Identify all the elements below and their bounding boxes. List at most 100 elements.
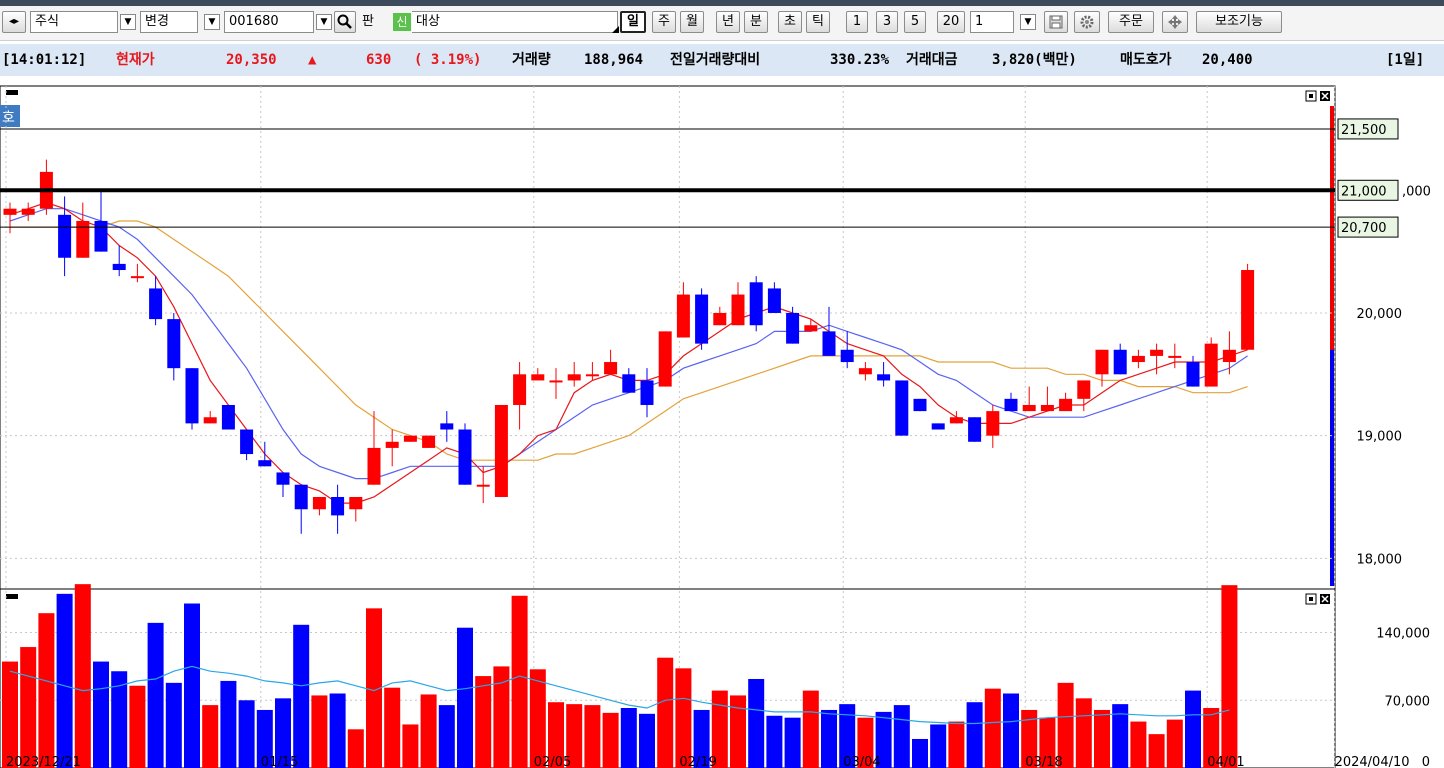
volume-bar <box>1148 734 1165 768</box>
volume-bar <box>802 690 819 768</box>
up-arrow-icon: ▲ <box>308 52 317 68</box>
candle-body <box>1095 349 1109 375</box>
volume-bar <box>893 705 910 768</box>
nav-arrows-button[interactable]: ◂▸ <box>2 11 26 33</box>
candle-body <box>130 276 144 279</box>
candle-body <box>604 362 618 375</box>
date-axis-label: 01/15 <box>261 755 298 768</box>
candle-body <box>149 288 163 320</box>
candle-body <box>1204 343 1218 387</box>
candle-body <box>494 404 508 497</box>
volume-axis-tick: 140,000 <box>1376 627 1430 642</box>
period-month-button[interactable]: 월 <box>680 11 704 33</box>
quote-info-bar: [14:01:12] 현재가 20,350 ▲ 630 ( 3.19%) 거래량… <box>0 44 1444 76</box>
candle-body <box>331 496 345 516</box>
trade-amount-label: 거래대금 <box>906 52 958 68</box>
candle-body <box>312 496 326 510</box>
stock-code-input[interactable]: 001680 <box>224 11 314 33</box>
volume-bar <box>20 647 37 768</box>
volume-bar <box>74 584 91 768</box>
candle-body <box>58 214 72 258</box>
change-dropdown-icon[interactable]: ▼ <box>204 14 220 30</box>
volume-pane-handle-icon[interactable] <box>6 594 18 599</box>
period-week-button[interactable]: 주 <box>652 11 676 33</box>
new-badge: 신 <box>393 13 411 31</box>
candle-body <box>585 374 599 377</box>
volume-ratio-label: 전일거래량대비 <box>670 52 761 68</box>
order-button[interactable]: 주문 <box>1108 11 1154 33</box>
current-price: 20,350 <box>226 52 277 68</box>
save-button[interactable] <box>1044 11 1068 33</box>
price-change: 630 <box>366 52 392 68</box>
change-select[interactable]: 변경 <box>140 11 198 33</box>
market-dropdown-icon[interactable]: ▼ <box>120 14 136 30</box>
volume-bar <box>2 661 18 768</box>
candle-body <box>549 380 563 383</box>
interval-3-button[interactable]: 3 <box>876 11 898 33</box>
search-button[interactable] <box>334 11 356 33</box>
candle-body <box>1059 398 1073 412</box>
interval-1-button[interactable]: 1 <box>846 11 868 33</box>
price-axis-tick: 20,000 <box>1357 307 1403 322</box>
date-axis-label: 2023/12/21 <box>6 755 81 768</box>
save-icon <box>1049 15 1063 29</box>
move-button[interactable] <box>1162 11 1188 33</box>
stock-chart[interactable]: 호 21,500 21,000 20,700 ,000 18,000 19,000 20,… <box>0 76 1444 768</box>
candle-body <box>877 374 891 381</box>
candle-body <box>731 294 745 326</box>
volume-bar <box>493 666 510 768</box>
candle-body <box>1077 380 1091 399</box>
candle-body <box>385 441 399 448</box>
candle-body <box>658 331 672 387</box>
volume-bar <box>457 627 473 768</box>
market-select[interactable]: 주식 <box>30 11 118 33</box>
volume-ratio-value: 330.23% <box>830 52 890 68</box>
volume-bar <box>602 712 619 768</box>
settings-button[interactable] <box>1074 11 1100 33</box>
candle-body <box>767 288 781 313</box>
candle-body <box>221 404 235 430</box>
candle-body <box>1040 404 1054 412</box>
volume-bar <box>147 622 164 768</box>
interval-5-button[interactable]: 5 <box>904 11 926 33</box>
period-year-button[interactable]: 년 <box>716 11 740 33</box>
resize-corner-icon <box>612 26 619 33</box>
volume-bar <box>238 700 255 768</box>
price-pane-handle-icon[interactable] <box>6 90 18 95</box>
maximize-glyph <box>1309 94 1313 98</box>
period-tick-button[interactable]: 틱 <box>806 11 830 33</box>
candle-body <box>513 374 527 405</box>
candle-body <box>94 220 108 252</box>
period-minute-button[interactable]: 분 <box>744 11 768 33</box>
candle-body <box>913 398 927 412</box>
volume-bar <box>748 678 765 768</box>
candle-body <box>349 496 363 510</box>
volume-bar <box>165 682 182 768</box>
volume-bar <box>438 705 455 768</box>
period-second-button[interactable]: 초 <box>778 11 802 33</box>
volume-value: 188,964 <box>584 52 644 68</box>
volume-bar <box>784 717 801 768</box>
stock-name-field[interactable]: 대상 <box>412 11 618 33</box>
code-dropdown-icon[interactable]: ▼ <box>316 14 332 30</box>
volume-bar <box>1185 690 1201 768</box>
candle-body <box>76 220 90 258</box>
volume-bar <box>311 695 328 768</box>
candle-body <box>676 294 690 338</box>
period-day-button[interactable]: 일 <box>620 11 646 33</box>
assist-function-button[interactable]: 보조기능 <box>1196 11 1282 33</box>
candle-body <box>458 429 472 485</box>
candle-body <box>1131 355 1145 363</box>
volume-bar <box>347 729 364 768</box>
candle-body <box>858 368 872 375</box>
volume-axis-tick: 0 <box>1422 755 1430 768</box>
count-dropdown-icon[interactable]: ▼ <box>1020 14 1036 30</box>
volume-bar <box>657 657 674 768</box>
volume-bar <box>1166 719 1183 768</box>
volume-bar <box>930 724 947 768</box>
count-input[interactable]: 1 <box>970 11 1014 33</box>
volume-bar <box>966 702 983 768</box>
candle-body <box>112 263 126 271</box>
price-axis-tick: 18,000 <box>1357 552 1403 567</box>
interval-20-button[interactable]: 20 <box>937 11 965 33</box>
